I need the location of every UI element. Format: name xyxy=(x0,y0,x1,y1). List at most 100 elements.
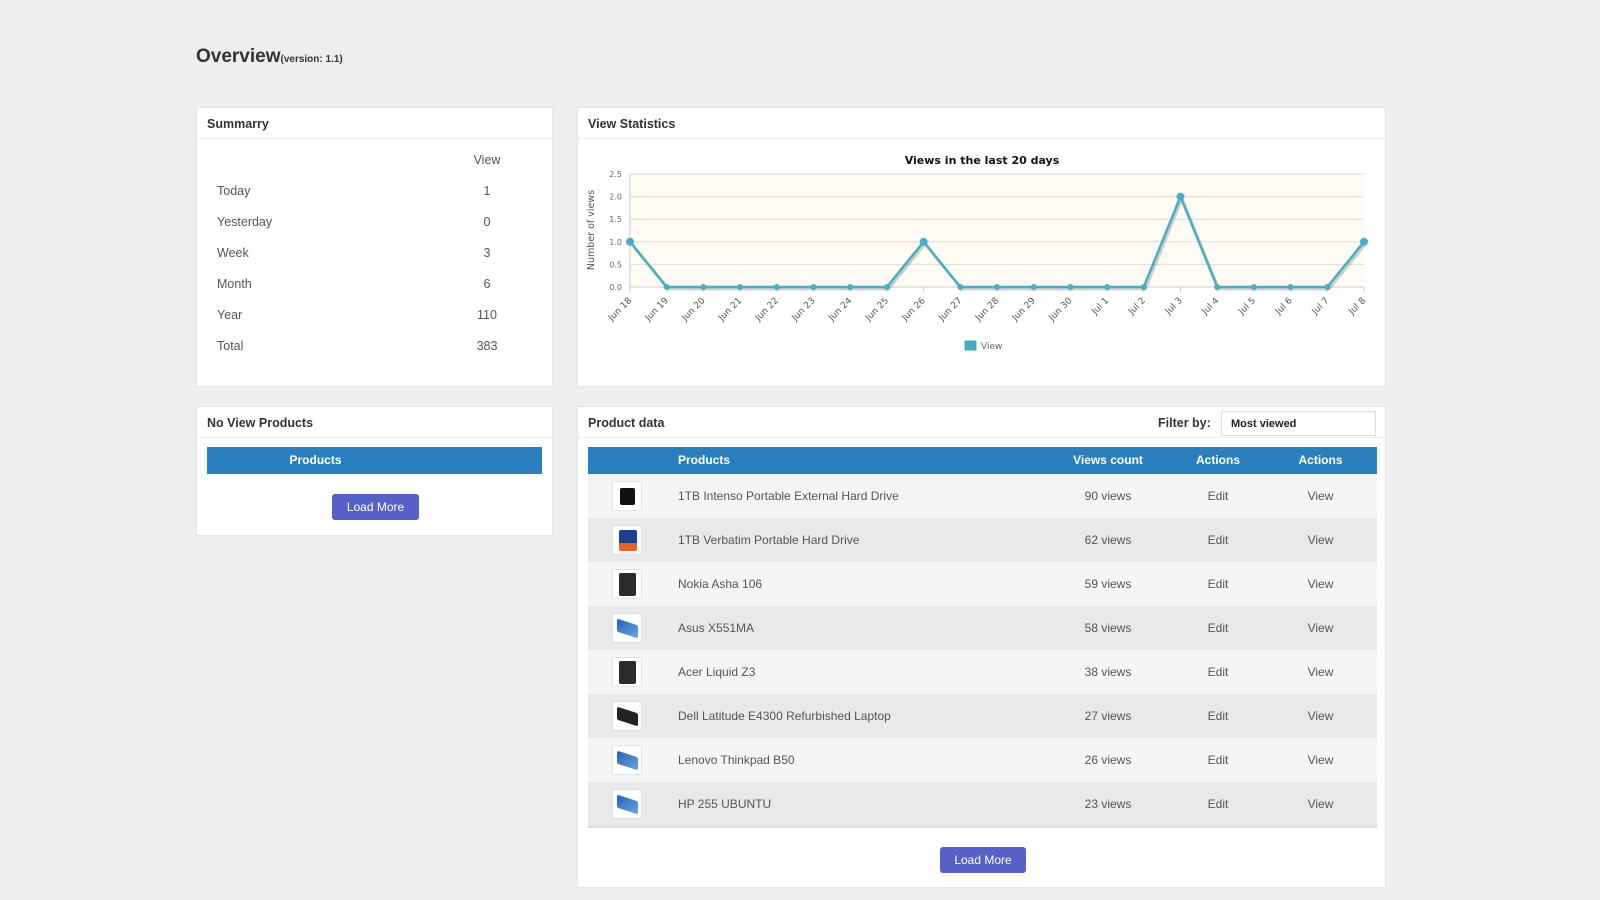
data-point[interactable] xyxy=(1360,237,1368,246)
header-views-count: Views count xyxy=(1073,453,1143,467)
product-views: 62 views xyxy=(1084,533,1132,547)
data-point[interactable] xyxy=(1104,284,1111,290)
data-point[interactable] xyxy=(700,284,707,290)
product-name: Asus X551MA xyxy=(678,621,755,635)
chart-legend[interactable]: View xyxy=(964,340,1002,352)
edit-link[interactable]: Edit xyxy=(1168,782,1268,826)
product-views: 59 views xyxy=(1084,577,1132,591)
summary-value: 0 xyxy=(483,215,491,229)
edit-link[interactable]: Edit xyxy=(1168,650,1268,694)
hard-drive-thumbnail-icon[interactable] xyxy=(612,481,642,511)
filter-label: Filter by: xyxy=(1158,416,1211,430)
header-actions: Actions xyxy=(1298,453,1343,467)
summary-value: 3 xyxy=(483,246,491,260)
phone-thumbnail-icon[interactable] xyxy=(612,569,642,599)
product-name: Dell Latitude E4300 Refurbished Laptop xyxy=(678,709,891,723)
version-label: (version: 1.1) xyxy=(280,54,343,65)
product-views: 27 views xyxy=(1084,709,1132,723)
y-tick-label: 0.5 xyxy=(609,260,622,269)
view-link[interactable]: View xyxy=(1268,782,1373,826)
edit-link[interactable]: Edit xyxy=(1168,694,1268,738)
page-title-text: Overview xyxy=(196,46,281,67)
x-tick-label: Jul 5 xyxy=(1236,296,1258,318)
view-link[interactable]: View xyxy=(1268,562,1373,606)
product-name: HP 255 UBUNTU xyxy=(678,797,772,811)
x-tick-label: Jul 3 xyxy=(1163,296,1185,318)
data-point[interactable] xyxy=(737,284,744,290)
edit-link[interactable]: Edit xyxy=(1168,474,1268,518)
x-tick-label: Jun 24 xyxy=(826,296,854,324)
x-tick-label: Jul 1 xyxy=(1090,296,1112,318)
hard-drive-box-thumbnail-icon[interactable] xyxy=(612,525,642,555)
x-tick-label: Jun 20 xyxy=(680,296,708,324)
products-column-header: Products xyxy=(289,453,342,467)
header-products: Products xyxy=(678,453,731,467)
data-point[interactable] xyxy=(847,284,854,290)
product-row: 1TB Verbatim Portable Hard Drive 62 view… xyxy=(588,518,1377,562)
data-point[interactable] xyxy=(773,284,780,290)
summary-title: Summarry xyxy=(197,108,552,139)
data-point[interactable] xyxy=(1324,284,1331,290)
data-point[interactable] xyxy=(957,284,964,290)
data-point[interactable] xyxy=(663,284,670,290)
product-row: Nokia Asha 106 59 views Edit View xyxy=(588,562,1377,606)
data-point[interactable] xyxy=(1250,284,1257,290)
filter-select[interactable]: Most viewed xyxy=(1221,411,1376,436)
product-row: Dell Latitude E4300 Refurbished Laptop 2… xyxy=(588,694,1377,738)
data-point[interactable] xyxy=(919,237,928,246)
no-view-products-card: No View Products Products Load More xyxy=(196,406,553,536)
view-link[interactable]: View xyxy=(1268,518,1373,562)
y-tick-label: 2.0 xyxy=(609,193,622,202)
laptop-thumbnail-icon[interactable] xyxy=(612,789,642,819)
edit-link[interactable]: Edit xyxy=(1168,606,1268,650)
view-link[interactable]: View xyxy=(1268,474,1373,518)
product-views: 23 views xyxy=(1084,797,1132,811)
data-point[interactable] xyxy=(810,284,817,290)
view-link[interactable]: View xyxy=(1268,606,1373,650)
data-point[interactable] xyxy=(1030,284,1037,290)
data-point[interactable] xyxy=(626,237,634,246)
summary-row: Year 110 xyxy=(217,308,517,339)
laptop-thumbnail-icon[interactable] xyxy=(612,701,642,731)
data-point[interactable] xyxy=(1067,284,1074,290)
y-tick-label: 1.5 xyxy=(609,215,622,224)
phone-thumbnail-icon[interactable] xyxy=(612,657,642,687)
no-view-products-table-header: Products xyxy=(207,447,542,474)
y-tick-label: 1.0 xyxy=(609,238,622,247)
summary-label: Yesterday xyxy=(217,215,273,229)
summary-value: 110 xyxy=(477,308,497,322)
edit-link[interactable]: Edit xyxy=(1168,562,1268,606)
laptop-thumbnail-icon[interactable] xyxy=(612,745,642,775)
product-name: Lenovo Thinkpad B50 xyxy=(678,753,795,767)
x-tick-label: Jul 2 xyxy=(1126,296,1148,318)
data-point[interactable] xyxy=(1140,284,1147,290)
laptop-thumbnail-icon[interactable] xyxy=(612,613,642,643)
y-tick-label: 2.5 xyxy=(609,170,622,179)
view-link[interactable]: View xyxy=(1268,738,1373,782)
data-point[interactable] xyxy=(1176,192,1185,201)
x-tick-label: Jun 25 xyxy=(863,296,891,324)
no-view-products-title: No View Products xyxy=(197,407,552,438)
product-row: Lenovo Thinkpad B50 26 views Edit View xyxy=(588,738,1377,782)
product-name: Acer Liquid Z3 xyxy=(678,665,756,679)
product-load-more-button[interactable]: Load More xyxy=(940,847,1026,873)
edit-link[interactable]: Edit xyxy=(1168,738,1268,782)
summary-label: Year xyxy=(217,308,243,322)
legend-label: View xyxy=(981,342,1002,352)
data-point[interactable] xyxy=(994,284,1000,290)
data-point[interactable] xyxy=(883,284,890,290)
x-tick-label: Jun 29 xyxy=(1010,296,1038,324)
x-tick-label: Jun 28 xyxy=(973,296,1001,324)
view-statistics-card: View Statistics Views in the last 20 day… xyxy=(577,107,1386,387)
view-link[interactable]: View xyxy=(1268,694,1373,738)
summary-label: Today xyxy=(217,184,251,198)
x-tick-label: Jun 19 xyxy=(643,296,671,324)
summary-row: Month 6 xyxy=(217,277,517,308)
data-point[interactable] xyxy=(1287,284,1294,290)
x-tick-label: Jun 30 xyxy=(1047,296,1075,324)
summary-value: 1 xyxy=(483,184,491,198)
view-link[interactable]: View xyxy=(1268,650,1373,694)
data-point[interactable] xyxy=(1214,284,1221,290)
edit-link[interactable]: Edit xyxy=(1168,518,1268,562)
no-view-load-more-button[interactable]: Load More xyxy=(332,494,419,520)
